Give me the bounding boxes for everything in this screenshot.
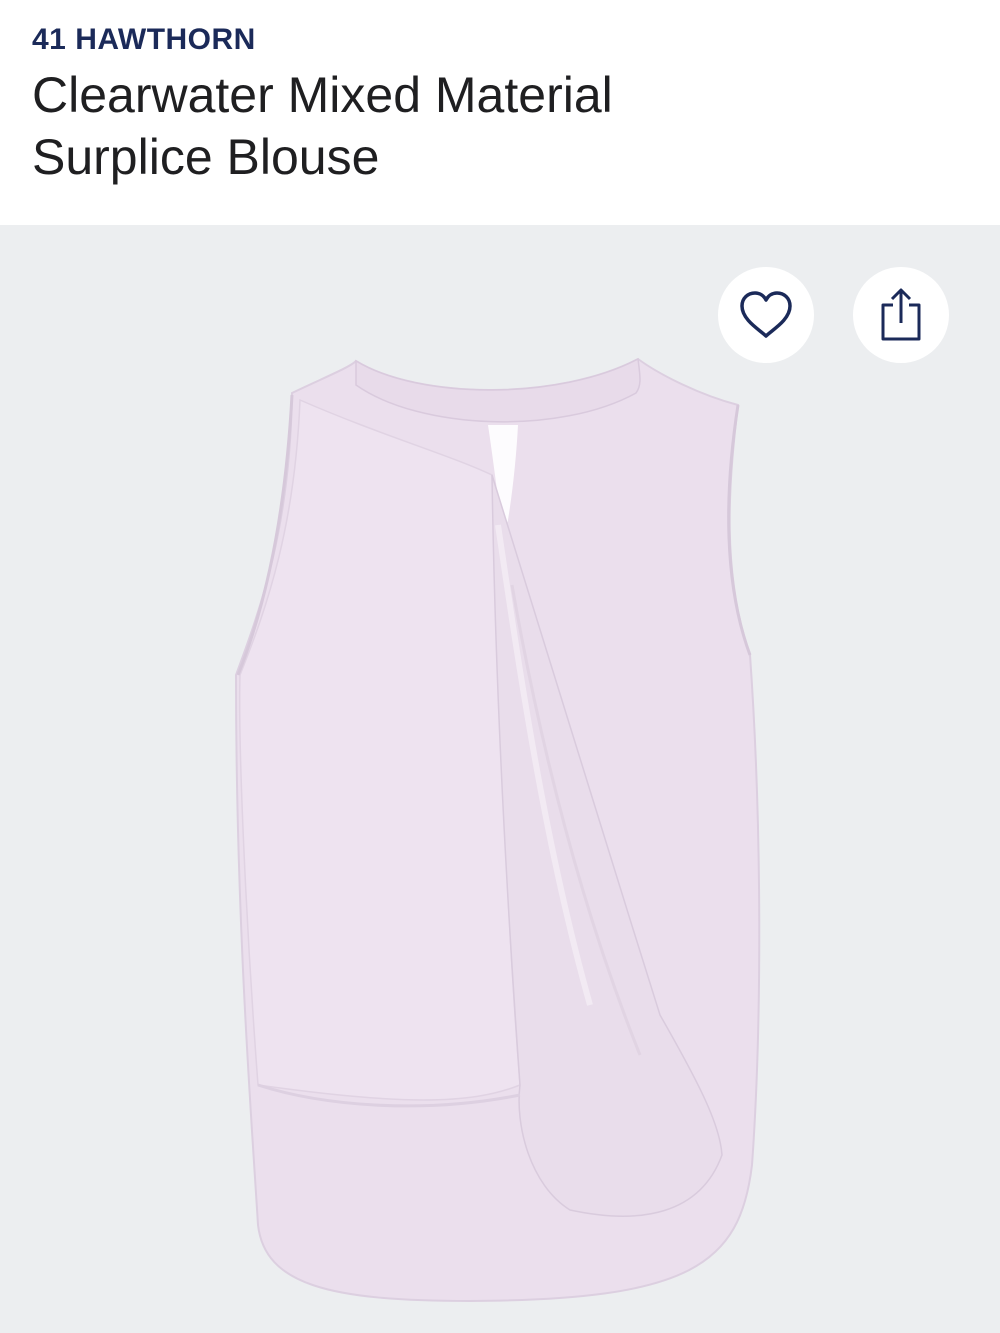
share-button[interactable] (853, 267, 949, 363)
product-image-area[interactable] (0, 225, 1000, 1333)
product-image (234, 357, 761, 1303)
product-header: 41 HAWTHORN Clearwater Mixed Material Su… (0, 0, 1000, 225)
favorite-button[interactable] (718, 267, 814, 363)
share-icon (881, 288, 921, 341)
brand-name[interactable]: 41 HAWTHORN (32, 22, 968, 58)
product-title: Clearwater Mixed Material Surplice Blous… (32, 67, 613, 185)
heart-icon (740, 291, 792, 338)
